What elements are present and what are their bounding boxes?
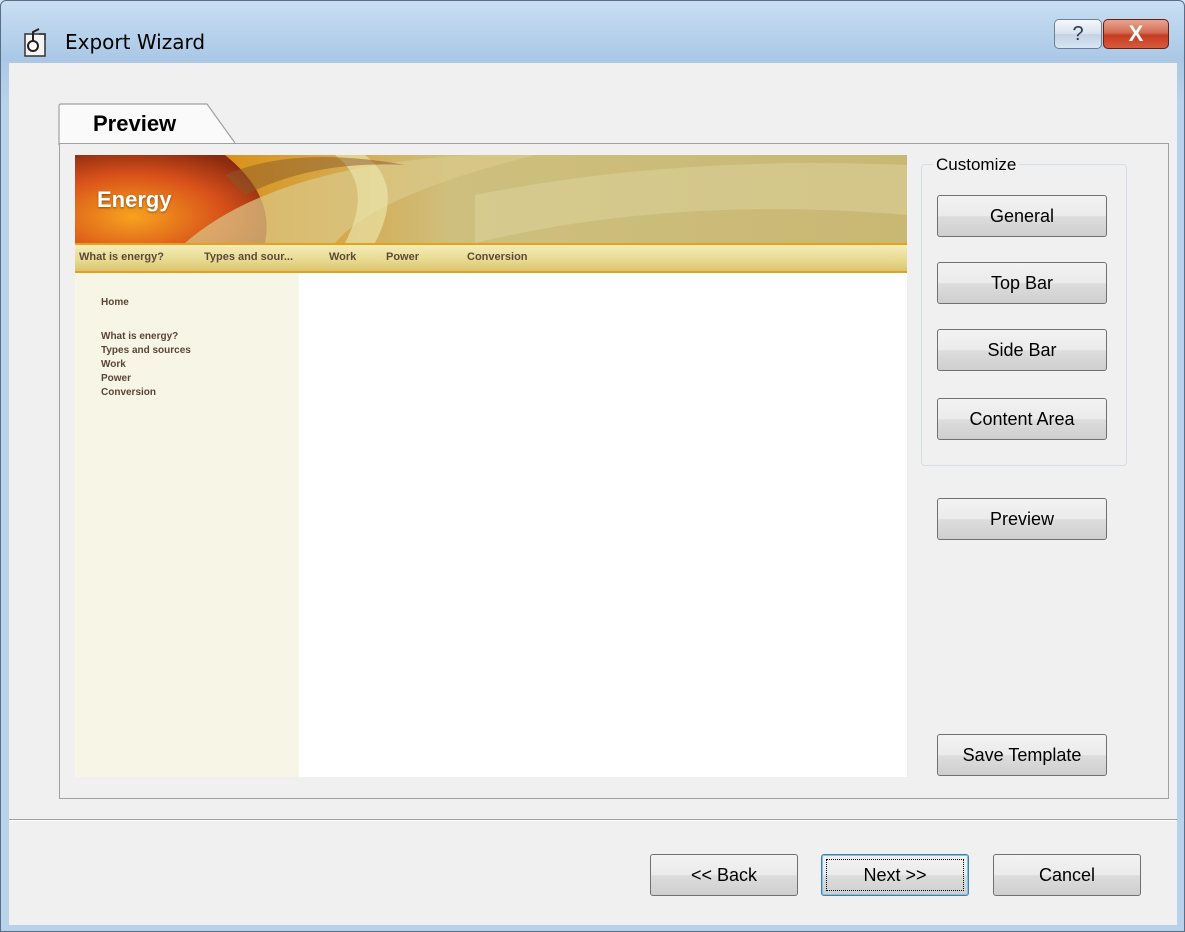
tab-preview-label: Preview (93, 111, 177, 136)
save-template-button[interactable]: Save Template (937, 734, 1107, 776)
content-area-button-label: Content Area (969, 409, 1075, 429)
close-button[interactable]: X (1103, 19, 1169, 49)
export-wizard-icon (24, 28, 46, 57)
side-nav-bar: Home What is energy? Types and sources W… (75, 273, 299, 777)
side-nav-item[interactable]: What is energy? (101, 331, 178, 342)
customize-group-label: Customize (933, 155, 1020, 175)
export-wizard-window: Export Wizard ? X Preview Energy What is… (0, 0, 1185, 932)
general-button-label: General (989, 206, 1055, 226)
side-nav-item[interactable]: Home (101, 297, 129, 308)
side-bar-button-label: Side Bar (987, 340, 1057, 360)
title-bar[interactable]: Export Wizard ? X (1, 1, 1184, 63)
save-template-button-label: Save Template (962, 745, 1082, 765)
top-bar-button[interactable]: Top Bar (937, 262, 1107, 304)
top-nav-item[interactable]: What is energy? (79, 251, 164, 263)
next-button-label: Next >> (826, 859, 964, 891)
top-nav-item[interactable]: Power (386, 251, 419, 263)
window-title: Export Wizard (65, 30, 206, 54)
preview-button[interactable]: Preview (937, 498, 1107, 540)
back-button-label: << Back (690, 865, 758, 885)
top-nav-item[interactable]: Types and sour... (204, 251, 293, 263)
top-nav-bar: What is energy? Types and sour... Work P… (75, 243, 907, 273)
cancel-button[interactable]: Cancel (993, 854, 1141, 896)
back-button[interactable]: << Back (650, 854, 798, 896)
side-nav-item[interactable]: Power (101, 373, 131, 384)
footer-separator (9, 819, 1177, 821)
side-bar-button[interactable]: Side Bar (937, 329, 1107, 371)
help-icon: ? (1072, 23, 1084, 45)
close-icon: X (1128, 21, 1144, 46)
content-area-button[interactable]: Content Area (937, 398, 1107, 440)
cancel-button-label: Cancel (1038, 865, 1096, 885)
preview-button-label: Preview (989, 509, 1055, 529)
top-bar-button-label: Top Bar (990, 273, 1054, 293)
help-button[interactable]: ? (1054, 19, 1102, 49)
top-nav-item[interactable]: Conversion (467, 251, 528, 263)
top-nav-item[interactable]: Work (329, 251, 356, 263)
side-nav-item[interactable]: Conversion (101, 387, 156, 398)
side-nav-item[interactable]: Types and sources (101, 345, 191, 356)
next-button[interactable]: Next >> (821, 854, 969, 896)
side-nav-item[interactable]: Work (101, 359, 126, 370)
website-preview: Energy What is energy? Types and sour...… (75, 155, 907, 777)
banner-image (75, 155, 907, 243)
general-button[interactable]: General (937, 195, 1107, 237)
banner-title: Energy (97, 187, 172, 212)
